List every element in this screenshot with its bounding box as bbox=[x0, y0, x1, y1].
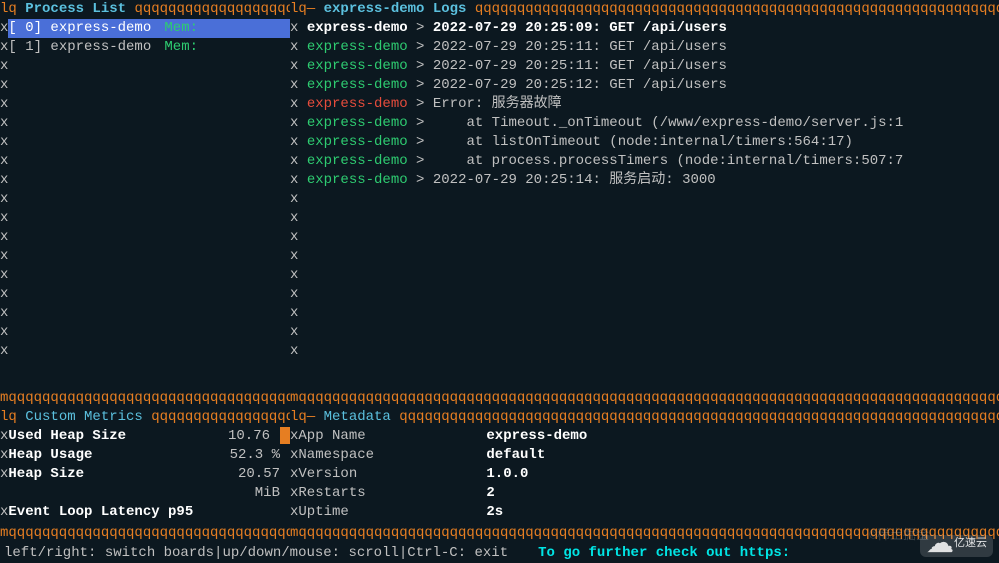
metric-value: 20.57 MiB bbox=[210, 465, 290, 503]
metadata-row: x Namespacedefault bbox=[290, 446, 999, 465]
metrics-title: Custom Metrics bbox=[25, 409, 143, 425]
process-list-title: Process List bbox=[25, 1, 126, 17]
metadata-key: Namespace bbox=[298, 446, 486, 465]
metrics-title-row: lq Custom Metrics qqqqqqqqqqqqqqqqqqq bbox=[0, 408, 290, 427]
log-line: x express-demo > 2022-07-29 20:25:11: GE… bbox=[290, 38, 999, 57]
process-list-bottom-border: mqqqqqqqqqqqqqqqqqqqqqqqqqqqqqqqqqqqqqj bbox=[0, 389, 290, 408]
log-line: x express-demo > at Timeout._onTimeout (… bbox=[290, 114, 999, 133]
log-line: x express-demo > at process.processTimer… bbox=[290, 152, 999, 171]
log-app-name: express-demo bbox=[307, 171, 408, 190]
metadata-key: Restarts bbox=[298, 484, 486, 503]
metric-name: Heap Size bbox=[8, 465, 210, 503]
metadata-key: App Name bbox=[298, 427, 486, 446]
log-message: Error: 服务器故障 bbox=[433, 95, 562, 114]
metrics-body: x Used Heap Size10.76x Heap Usage52.3 %x… bbox=[0, 427, 290, 524]
log-line: x express-demo > at listOnTimeout (node:… bbox=[290, 133, 999, 152]
log-line: x express-demo > 2022-07-29 20:25:09: GE… bbox=[290, 19, 999, 38]
process-list-panel: lq Process List qqqqqqqqqqqqqqqqqqqqqq x… bbox=[0, 0, 290, 408]
logs-panel: lq— express-demo Logs qqqqqqqqqqqqqqqqqq… bbox=[290, 0, 999, 408]
metrics-row: x Event Loop Latency p95 bbox=[0, 503, 290, 522]
log-line: x express-demo > Error: 服务器故障 bbox=[290, 95, 999, 114]
log-app-name: express-demo bbox=[307, 76, 408, 95]
log-app-name: express-demo bbox=[307, 114, 408, 133]
log-line: x express-demo > 2022-07-29 20:25:14: 服务… bbox=[290, 171, 999, 190]
log-message: 2022-07-29 20:25:09: GET /api/users bbox=[433, 19, 727, 38]
log-app-name: express-demo bbox=[307, 152, 408, 171]
metadata-panel: lq— Metadata qqqqqqqqqqqqqqqqqqqqqqqqqqq… bbox=[290, 408, 999, 543]
metadata-value: express-demo bbox=[486, 427, 999, 446]
metadata-title-row: lq— Metadata qqqqqqqqqqqqqqqqqqqqqqqqqqq… bbox=[290, 408, 999, 427]
process-mem-label: Mem: bbox=[164, 38, 216, 57]
metrics-row: x Heap Size20.57 MiB bbox=[0, 465, 290, 503]
footer-hint-scroll: up/down/mouse: scroll bbox=[222, 544, 398, 563]
metrics-row: x Heap Usage52.3 % bbox=[0, 446, 290, 465]
footer-hint-switch: left/right: switch boards bbox=[4, 544, 214, 563]
process-mem-label: Mem: bbox=[164, 19, 216, 38]
metric-value: 10.76 bbox=[200, 427, 280, 446]
log-app-name: express-demo bbox=[307, 19, 408, 38]
metadata-title: Metadata bbox=[324, 409, 391, 425]
metadata-row: x Restarts2 bbox=[290, 484, 999, 503]
metric-value: 52.3 % bbox=[210, 446, 290, 465]
metric-value bbox=[210, 503, 290, 522]
process-row[interactable]: x[ 1] express-demoMem: bbox=[0, 38, 290, 57]
log-app-name: express-demo bbox=[307, 38, 408, 57]
metadata-bottom-border: mqqqqqqqqqqqqqqqqqqqqqqqqqqqqqqqqqqqqqqq… bbox=[290, 524, 999, 543]
logs-bottom-border: mqqqqqqqqqqqqqqqqqqqqqqqqqqqqqqqqqqqqqqq… bbox=[290, 389, 999, 408]
footer-bar: left/right: switch boards | up/down/mous… bbox=[0, 543, 999, 563]
log-app-name: express-demo bbox=[307, 95, 408, 114]
metadata-row: x Uptime2s bbox=[290, 503, 999, 522]
metadata-body: x App Nameexpress-demox Namespacedefault… bbox=[290, 427, 999, 524]
footer-hint-exit: Ctrl-C: exit bbox=[407, 544, 508, 563]
log-message: 2022-07-29 20:25:11: GET /api/users bbox=[433, 38, 727, 57]
logs-body[interactable]: x express-demo > 2022-07-29 20:25:09: GE… bbox=[290, 19, 999, 389]
metric-name: Used Heap Size bbox=[8, 427, 200, 446]
footer-promo: To go further check out https: bbox=[538, 544, 790, 563]
logs-title: express-demo Logs bbox=[324, 1, 467, 17]
metrics-panel: lq Custom Metrics qqqqqqqqqqqqqqqqqqq x … bbox=[0, 408, 290, 543]
metrics-bottom-border: mqqqqqqqqqqqqqqqqqqqqqqqqqqqqqqqqqqqqqj bbox=[0, 524, 290, 543]
process-name: [ 1] express-demo bbox=[8, 38, 164, 57]
metric-highlight-icon bbox=[280, 427, 290, 444]
metadata-row: x App Nameexpress-demo bbox=[290, 427, 999, 446]
log-message: 2022-07-29 20:25:12: GET /api/users bbox=[433, 76, 727, 95]
metadata-value: 2 bbox=[486, 484, 999, 503]
metadata-key: Uptime bbox=[298, 503, 486, 522]
metadata-value: 2s bbox=[486, 503, 999, 522]
process-name: [ 0] express-demo bbox=[8, 19, 164, 38]
metrics-row: x Used Heap Size10.76 bbox=[0, 427, 290, 446]
log-app-name: express-demo bbox=[307, 57, 408, 76]
logs-title-row: lq— express-demo Logs qqqqqqqqqqqqqqqqqq… bbox=[290, 0, 999, 19]
log-line: x express-demo > 2022-07-29 20:25:12: GE… bbox=[290, 76, 999, 95]
metadata-key: Version bbox=[298, 465, 486, 484]
process-list-title-row: lq Process List qqqqqqqqqqqqqqqqqqqqqq bbox=[0, 0, 290, 19]
process-row[interactable]: x[ 0] express-demoMem: bbox=[0, 19, 290, 38]
log-message: 2022-07-29 20:25:11: GET /api/users bbox=[433, 57, 727, 76]
log-message: 2022-07-29 20:25:14: 服务启动: 3000 bbox=[433, 171, 716, 190]
log-message: at process.processTimers (node:internal/… bbox=[433, 152, 903, 171]
metric-name: Event Loop Latency p95 bbox=[8, 503, 210, 522]
metric-name: Heap Usage bbox=[8, 446, 210, 465]
log-message: at listOnTimeout (node:internal/timers:5… bbox=[433, 133, 853, 152]
log-app-name: express-demo bbox=[307, 133, 408, 152]
metadata-value: 1.0.0 bbox=[486, 465, 999, 484]
log-line: x express-demo > 2022-07-29 20:25:11: GE… bbox=[290, 57, 999, 76]
process-list-body[interactable]: x[ 0] express-demoMem:x[ 1] express-demo… bbox=[0, 19, 290, 389]
metadata-row: x Version1.0.0 bbox=[290, 465, 999, 484]
log-message: at Timeout._onTimeout (/www/express-demo… bbox=[433, 114, 903, 133]
metadata-value: default bbox=[486, 446, 999, 465]
